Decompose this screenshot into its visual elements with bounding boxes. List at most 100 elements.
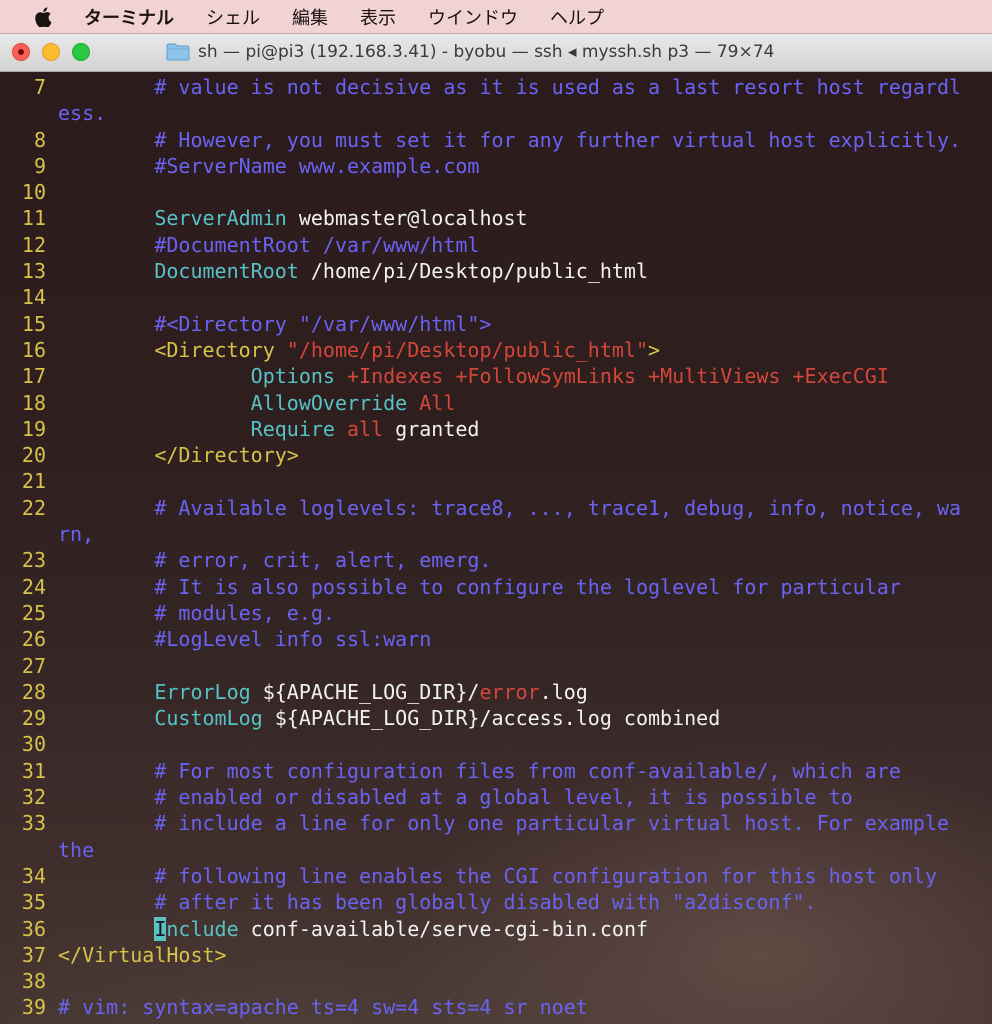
line-number: 29	[21, 706, 46, 731]
tag-text: </VirtualHost>	[58, 942, 227, 967]
comment-text: # For most configuration files from conf…	[154, 758, 901, 783]
terminal-line: 19 Require all granted	[0, 416, 961, 442]
comment-text: # modules, e.g.	[154, 600, 335, 625]
menu-view[interactable]: 表示	[360, 4, 396, 30]
window-title-bar[interactable]: sh — pi@pi3 (192.168.3.41) - byobu — ssh…	[0, 34, 992, 72]
close-icon	[18, 49, 24, 55]
comment-text: # However, you must set it for any furth…	[154, 127, 962, 152]
plain-text	[335, 417, 347, 441]
plain-text	[407, 391, 419, 415]
line-number: 27	[21, 653, 46, 678]
flag-text: error	[479, 679, 540, 704]
terminal-pane[interactable]: 7 # value is not decisive as it is used …	[0, 72, 992, 1024]
terminal-line: 39 # vim: syntax=apache ts=4 sw=4 sts=4 s…	[0, 994, 961, 1020]
terminal-line: 35 # after it has been globally disabled…	[0, 889, 961, 915]
terminal-line: 18 AllowOverride All	[0, 390, 961, 416]
directive-text: nclude	[166, 916, 239, 941]
flag-text: all	[347, 416, 384, 441]
comment-text: ess.	[58, 101, 107, 126]
terminal-line: 32 # enabled or disabled at a global lev…	[0, 784, 961, 810]
comment-text: #<Directory "/var/www/html">	[154, 311, 492, 336]
terminal-line: the	[0, 837, 961, 863]
line-number: 32	[21, 785, 46, 810]
terminal-line: 25 # modules, e.g.	[0, 600, 961, 626]
cursor: I	[154, 916, 167, 941]
line-number: 36	[21, 916, 46, 941]
line-number: 14	[21, 285, 46, 310]
plain-text: /home/pi/Desktop/public_html	[298, 259, 649, 284]
line-number: 25	[21, 600, 46, 625]
comment-text: # value is not decisive as it is used as…	[154, 75, 962, 99]
comment-text: # following line enables the CGI configu…	[154, 863, 937, 888]
comment-text: the	[58, 837, 95, 862]
terminal-line: 21	[0, 468, 961, 494]
zoom-window-button[interactable]	[72, 43, 90, 61]
line-number: 15	[21, 311, 46, 336]
vim-buffer[interactable]: 7 # value is not decisive as it is used …	[0, 74, 961, 1021]
terminal-line: 15 #<Directory "/var/www/html">	[0, 311, 961, 337]
plain-text: ${APACHE_LOG_DIR}/	[250, 679, 480, 704]
directive-text: Require	[250, 416, 335, 441]
terminal-line: 8 # However, you must set it for any fur…	[0, 127, 961, 153]
minimize-window-button[interactable]	[42, 43, 60, 61]
line-number: 26	[21, 627, 46, 652]
comment-text: # enabled or disabled at a global level,…	[154, 785, 853, 810]
terminal-line: 12 #DocumentRoot /var/www/html	[0, 232, 961, 258]
menu-help[interactable]: ヘルプ	[550, 4, 604, 30]
menu-bar: ターミナル シェル 編集 表示 ウインドウ ヘルプ	[0, 0, 992, 34]
comment-text: #ServerName www.example.com	[154, 153, 480, 178]
terminal-line: 23 # error, crit, alert, emerg.	[0, 547, 961, 573]
comment-text: # error, crit, alert, emerg.	[154, 548, 492, 573]
terminal-line: 29 CustomLog ${APACHE_LOG_DIR}/access.lo…	[0, 705, 961, 731]
menu-terminal[interactable]: ターミナル	[84, 4, 174, 30]
comment-text: # vim: syntax=apache ts=4 sw=4 sts=4 sr …	[58, 995, 588, 1020]
comment-text: rn,	[58, 522, 95, 547]
comment-text: # include a line for only one particular…	[154, 811, 950, 836]
terminal-line: 26 #LogLevel info ssl:warn	[0, 626, 961, 652]
directive-text: ErrorLog	[154, 679, 251, 704]
close-window-button[interactable]	[12, 43, 30, 61]
terminal-line: ess.	[0, 100, 961, 126]
line-number: 24	[21, 574, 46, 599]
line-number: 35	[21, 890, 46, 915]
line-number: 39	[21, 995, 46, 1020]
plain-text: .log	[539, 679, 588, 704]
plain-text: granted	[383, 416, 480, 441]
comment-text: # Available loglevels: trace8, ..., trac…	[154, 495, 962, 520]
line-number: 38	[21, 969, 46, 994]
terminal-line: 38	[0, 968, 961, 994]
terminal-line: 13 DocumentRoot /home/pi/Desktop/public_…	[0, 258, 961, 284]
line-number: 11	[21, 206, 46, 231]
line-number: 18	[21, 390, 46, 415]
menu-window[interactable]: ウインドウ	[428, 4, 518, 30]
terminal-line: 20 </Directory>	[0, 442, 961, 468]
window-title-text: sh — pi@pi3 (192.168.3.41) - byobu — ssh…	[198, 42, 775, 62]
window-title: sh — pi@pi3 (192.168.3.41) - byobu — ssh…	[166, 42, 774, 62]
directive-text: DocumentRoot	[154, 259, 299, 284]
terminal-line: 31 # For most configuration files from c…	[0, 758, 961, 784]
string-text: "/home/pi/Desktop/public_html"	[286, 337, 649, 362]
line-number: 22	[21, 495, 46, 520]
apple-logo-icon[interactable]	[34, 6, 52, 27]
comment-text: # after it has been globally disabled wi…	[154, 890, 817, 915]
terminal-line: 30	[0, 731, 961, 757]
menu-shell[interactable]: シェル	[206, 4, 260, 30]
line-number: 21	[21, 469, 46, 494]
menu-edit[interactable]: 編集	[292, 4, 328, 30]
line-number: 13	[21, 259, 46, 284]
comment-text: #LogLevel info ssl:warn	[154, 627, 432, 652]
line-number: 28	[21, 679, 46, 704]
